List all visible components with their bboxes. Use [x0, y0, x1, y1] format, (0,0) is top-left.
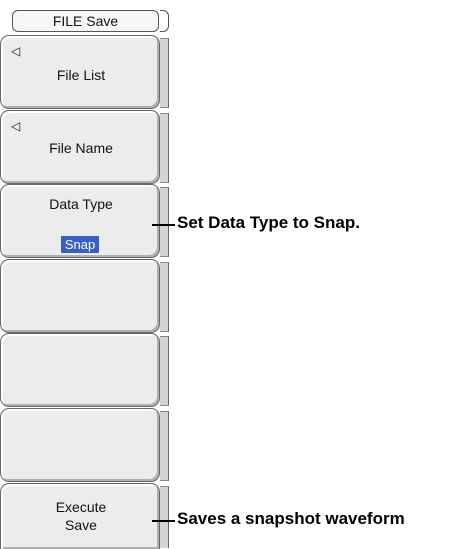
- blank-soft-key-2[interactable]: [0, 333, 160, 407]
- button-edge: [160, 38, 169, 108]
- data-type-value: Snap: [61, 236, 99, 253]
- callout-line-execute: [152, 520, 175, 522]
- button-edge: [160, 411, 169, 481]
- save-label: Save: [65, 517, 97, 533]
- button-edge: [160, 187, 169, 257]
- execute-label: Execute: [55, 499, 107, 515]
- data-type-button[interactable]: Data Type Snap: [0, 184, 160, 258]
- button-edge: [160, 486, 169, 548]
- arrow-left-icon: ◁: [11, 119, 21, 133]
- file-name-button[interactable]: ◁ File Name: [0, 110, 160, 184]
- callout-line-data-type: [152, 224, 175, 226]
- menu-title-edge: [160, 10, 169, 32]
- file-list-button[interactable]: ◁ File List: [0, 35, 160, 109]
- callout-data-type: Set Data Type to Snap.: [177, 213, 360, 232]
- file-list-label: File List: [56, 67, 106, 83]
- soft-key-menu: FILE Save ◁ File List ◁ File Name Data T…: [0, 0, 170, 549]
- blank-soft-key-3[interactable]: [0, 408, 160, 482]
- execute-save-button[interactable]: Execute Save: [0, 483, 160, 549]
- menu-title: FILE Save: [12, 10, 159, 32]
- blank-soft-key-1[interactable]: [0, 259, 160, 333]
- button-edge: [160, 113, 169, 183]
- button-edge: [160, 262, 169, 332]
- button-edge: [160, 336, 169, 406]
- arrow-left-icon: ◁: [11, 44, 21, 58]
- data-type-label: Data Type: [49, 196, 113, 212]
- callout-execute: Saves a snapshot waveform: [177, 509, 405, 528]
- file-name-label: File Name: [49, 140, 113, 156]
